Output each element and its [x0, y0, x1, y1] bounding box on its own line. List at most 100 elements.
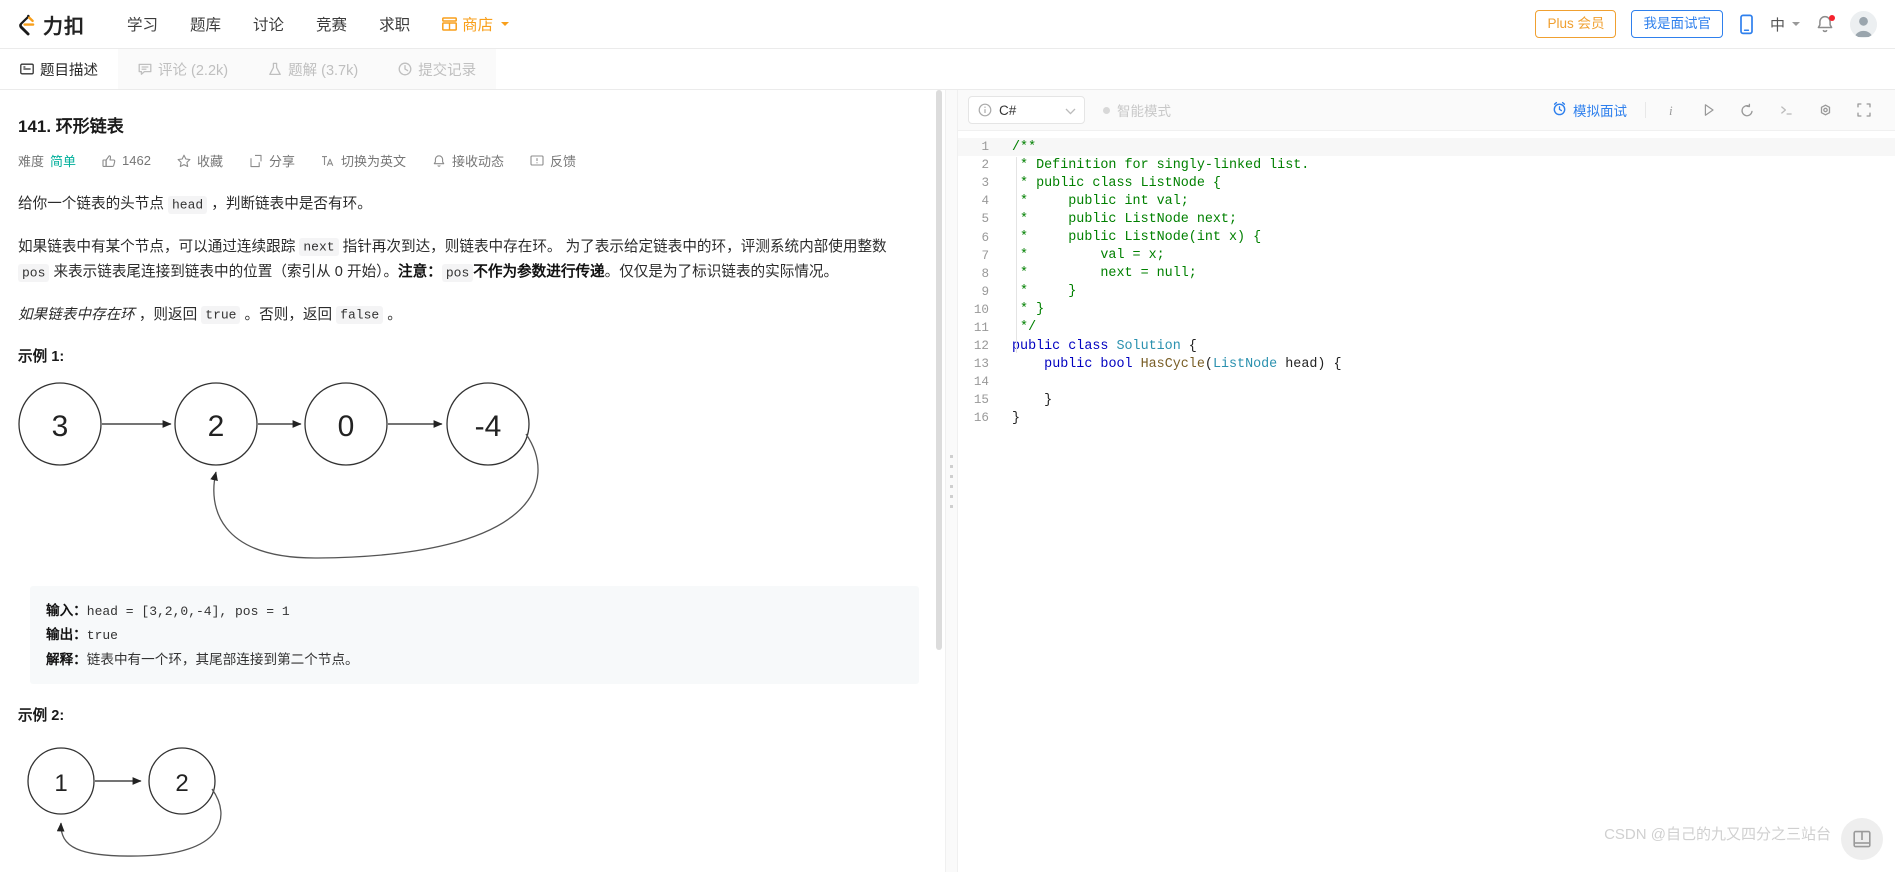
- indent-guide: [1016, 157, 1017, 353]
- mobile-phone-icon[interactable]: [1738, 14, 1755, 35]
- line-number: 14: [973, 375, 989, 390]
- code-line: 9 * }: [958, 283, 1895, 301]
- feedback-button[interactable]: 反馈: [530, 151, 576, 170]
- editor-toolbar: C# 智能模式 模拟面试 i: [958, 90, 1895, 131]
- panel-splitter[interactable]: [946, 90, 958, 872]
- run-icon[interactable]: [1690, 103, 1728, 117]
- tab-description[interactable]: 题目描述: [0, 49, 118, 89]
- share-button[interactable]: 分享: [249, 151, 295, 170]
- inline-code: false: [336, 306, 384, 325]
- code-lines: 1 /** 2 * Definition for singly-linked li…: [958, 131, 1895, 428]
- like-button[interactable]: 1462: [102, 153, 151, 168]
- switch-language-label: 切换为英文: [340, 154, 406, 169]
- interviewer-button[interactable]: 我是面试官: [1631, 10, 1723, 38]
- code-line: 4 * public int val;: [958, 192, 1895, 210]
- text: 。: [383, 306, 402, 323]
- nav-store[interactable]: 商店: [426, 7, 525, 41]
- token: head) {: [1277, 356, 1342, 372]
- bell-icon[interactable]: [1815, 14, 1835, 35]
- tab-solutions[interactable]: 题解 (3.7k): [248, 49, 379, 89]
- inline-code: pos: [18, 263, 50, 282]
- info-icon[interactable]: i: [1652, 103, 1690, 118]
- tab-comments-label: 评论 (2.2k): [158, 62, 229, 79]
- page-title: 141. 环形链表: [18, 117, 124, 136]
- tab-solutions-label: 题解 (3.7k): [288, 62, 359, 79]
- main-split-view: 141. 环形链表 难度 简单 1462 收藏 分享 切换为英文 接收动态 反馈…: [0, 90, 1895, 872]
- tab-description-label: 题目描述: [40, 62, 98, 79]
- nav-study[interactable]: 学习: [111, 7, 174, 41]
- editor-toolbar-actions: 模拟面试 i: [1540, 100, 1883, 120]
- comment-icon: [138, 62, 152, 76]
- smart-mode-label: 智能模式: [1117, 104, 1171, 119]
- like-count: 1462: [122, 153, 151, 168]
- favorite-button[interactable]: 收藏: [177, 151, 223, 170]
- example-2-diagram: 1 2: [18, 735, 919, 870]
- solution-icon: [268, 62, 282, 76]
- language-switcher-label: 中: [1769, 16, 1785, 34]
- nav-problems[interactable]: 题库: [174, 7, 237, 41]
- mock-interview-button[interactable]: 模拟面试: [1540, 100, 1639, 120]
- nav-discuss[interactable]: 讨论: [237, 7, 300, 41]
- fullscreen-icon[interactable]: [1845, 103, 1883, 117]
- line-content: * public class ListNode {: [1012, 175, 1221, 191]
- settings-icon[interactable]: [1806, 103, 1845, 118]
- line-number: 2: [981, 158, 989, 173]
- node-value: 0: [338, 410, 355, 443]
- line-number: 4: [981, 194, 989, 209]
- line-content: /**: [1012, 139, 1037, 155]
- thumbs-up-icon: [102, 154, 116, 168]
- language-switcher[interactable]: 中: [1770, 14, 1800, 35]
- explain-value: 链表中有一个环，其尾部连接到第二个节点。: [86, 651, 359, 667]
- smart-mode-toggle[interactable]: 智能模式: [1103, 100, 1171, 120]
- inline-code: true: [201, 306, 241, 325]
- reset-icon[interactable]: [1728, 103, 1767, 117]
- statement-paragraph-3: 如果链表中存在环 ，则返回 true 。否则，返回 false 。: [18, 303, 919, 329]
- line-content: * }: [1012, 302, 1045, 318]
- example-1-output-row: 输出：true: [46, 623, 903, 647]
- star-icon: [177, 154, 191, 168]
- code-line: 6 * public ListNode(int x) {: [958, 228, 1895, 246]
- avatar[interactable]: [1850, 10, 1877, 38]
- plus-member-button[interactable]: Plus 会员: [1535, 10, 1617, 38]
- tab-comments[interactable]: 评论 (2.2k): [118, 49, 249, 89]
- mock-interview-label: 模拟面试: [1573, 104, 1627, 119]
- translate-icon: [321, 154, 335, 168]
- code-line: 2 * Definition for singly-linked list.: [958, 156, 1895, 174]
- output-value: true: [86, 628, 118, 644]
- toolbar-divider: [1645, 102, 1646, 118]
- example-1-explain-row: 解释：链表中有一个环，其尾部连接到第二个节点。: [46, 648, 903, 671]
- language-select[interactable]: C#: [968, 96, 1085, 124]
- favorite-label: 收藏: [196, 154, 223, 169]
- info-icon: [978, 103, 992, 117]
- token: public bool: [1044, 356, 1141, 372]
- line-number: 12: [973, 339, 989, 354]
- text: 如果链表中有某个节点，可以通过连续跟踪: [18, 238, 300, 255]
- line-number: 1: [981, 140, 989, 155]
- code-editor[interactable]: 1 /** 2 * Definition for singly-linked li…: [958, 131, 1895, 872]
- token: HasCycle: [1140, 356, 1205, 372]
- difficulty: 难度 简单: [18, 151, 76, 170]
- site-header: 力扣 学习 题库 讨论 竞赛 求职 商店 Plus 会员 我是面试官 中: [0, 0, 1895, 49]
- book-icon[interactable]: [1841, 818, 1883, 860]
- line-number: 6: [981, 230, 989, 245]
- switch-language-button[interactable]: 切换为英文: [321, 151, 406, 170]
- difficulty-label: 难度: [18, 154, 45, 169]
- code-line: 5 * public ListNode next;: [958, 210, 1895, 228]
- code-line: 15 }: [958, 391, 1895, 409]
- site-logo[interactable]: 力扣: [14, 10, 85, 39]
- token: {: [1180, 338, 1197, 354]
- line-number: 13: [973, 357, 989, 372]
- nav-jobs[interactable]: 求职: [363, 7, 426, 41]
- tab-submissions[interactable]: 提交记录: [378, 49, 497, 89]
- subscribe-button[interactable]: 接收动态: [432, 151, 504, 170]
- node-value: -4: [475, 410, 502, 443]
- description-scrollbar[interactable]: [936, 90, 942, 650]
- console-icon[interactable]: [1767, 103, 1806, 117]
- line-content: * val = x;: [1012, 248, 1165, 264]
- problem-description-panel: 141. 环形链表 难度 简单 1462 收藏 分享 切换为英文 接收动态 反馈…: [0, 90, 946, 872]
- subscribe-label: 接收动态: [452, 154, 505, 169]
- node-value: 3: [52, 410, 69, 443]
- statement-paragraph-1: 给你一个链表的头节点 head ，判断链表中是否有环。: [18, 192, 919, 218]
- nav-contest[interactable]: 竞赛: [300, 7, 363, 41]
- statement-paragraph-2: 如果链表中有某个节点，可以通过连续跟踪 next 指针再次到达，则链表中存在环。…: [18, 235, 919, 286]
